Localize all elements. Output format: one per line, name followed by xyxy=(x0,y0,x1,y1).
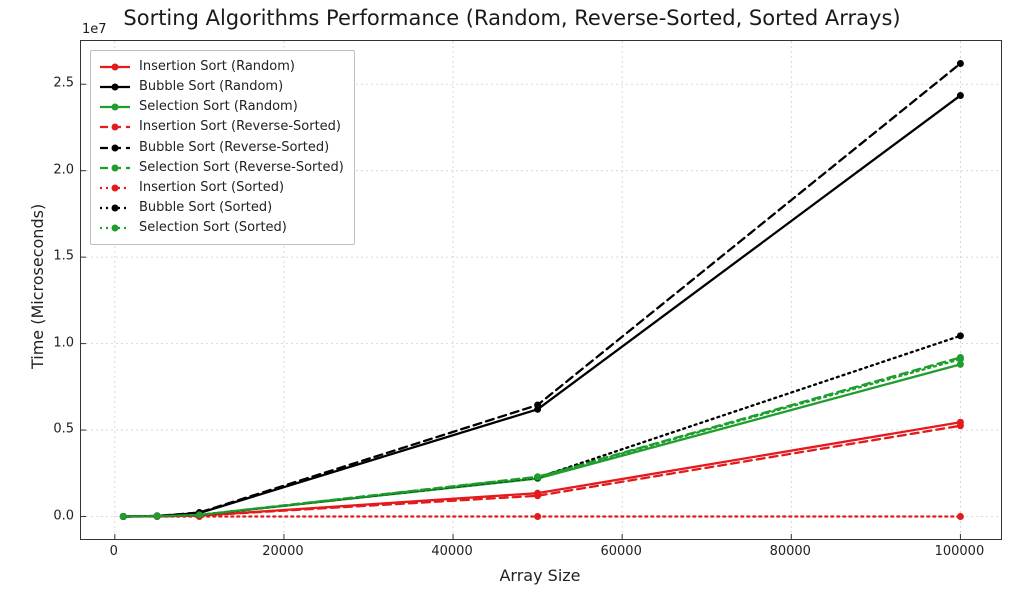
x-tick-label: 80000 xyxy=(770,544,811,559)
legend-item: Selection Sort (Sorted) xyxy=(99,218,344,238)
figure: Sorting Algorithms Performance (Random, … xyxy=(0,0,1024,592)
legend-swatch-icon xyxy=(99,80,131,94)
data-point xyxy=(957,332,964,339)
series-line xyxy=(123,364,960,516)
x-tick-label: 20000 xyxy=(262,544,303,559)
y-tick-label: 0.0 xyxy=(46,508,74,523)
legend-item: Insertion Sort (Reverse-Sorted) xyxy=(99,117,344,137)
data-point xyxy=(957,356,964,363)
x-axis-label: Array Size xyxy=(440,566,640,585)
data-point xyxy=(957,422,964,429)
legend-swatch-icon xyxy=(99,221,131,235)
data-point xyxy=(957,60,964,67)
legend-item: Selection Sort (Reverse-Sorted) xyxy=(99,158,344,178)
legend-swatch-icon xyxy=(99,60,131,74)
data-point xyxy=(534,474,541,481)
legend-item: Bubble Sort (Sorted) xyxy=(99,198,344,218)
x-tick-label: 40000 xyxy=(431,544,472,559)
series-line xyxy=(123,422,960,516)
data-point xyxy=(534,492,541,499)
legend-label: Bubble Sort (Reverse-Sorted) xyxy=(139,138,329,158)
legend-label: Bubble Sort (Sorted) xyxy=(139,198,272,218)
legend-swatch-icon xyxy=(99,141,131,155)
legend-label: Insertion Sort (Reverse-Sorted) xyxy=(139,117,341,137)
y-tick-label: 2.0 xyxy=(46,162,74,177)
legend-swatch-icon xyxy=(99,181,131,195)
legend-label: Insertion Sort (Sorted) xyxy=(139,178,284,198)
legend-item: Selection Sort (Random) xyxy=(99,97,344,117)
y-tick-label: 0.5 xyxy=(46,422,74,437)
y-tick-label: 1.0 xyxy=(46,335,74,350)
legend-item: Bubble Sort (Random) xyxy=(99,77,344,97)
legend-swatch-icon xyxy=(99,201,131,215)
x-tick-label: 60000 xyxy=(600,544,641,559)
data-point xyxy=(534,513,541,520)
data-point xyxy=(154,513,161,520)
legend-item: Insertion Sort (Sorted) xyxy=(99,178,344,198)
y-tick-label: 1.5 xyxy=(46,249,74,264)
legend-label: Selection Sort (Sorted) xyxy=(139,218,287,238)
y-tick-label: 2.5 xyxy=(46,76,74,91)
y-axis-exponent: 1e7 xyxy=(82,22,107,37)
legend-swatch-icon xyxy=(99,100,131,114)
legend-label: Selection Sort (Reverse-Sorted) xyxy=(139,158,344,178)
legend-label: Bubble Sort (Random) xyxy=(139,77,283,97)
legend-item: Bubble Sort (Reverse-Sorted) xyxy=(99,138,344,158)
chart-title: Sorting Algorithms Performance (Random, … xyxy=(0,6,1024,30)
x-tick-label: 0 xyxy=(110,544,118,559)
x-tick-label: 100000 xyxy=(935,544,985,559)
legend-swatch-icon xyxy=(99,161,131,175)
data-point xyxy=(196,511,203,518)
series-line xyxy=(123,426,960,517)
legend: Insertion Sort (Random)Bubble Sort (Rand… xyxy=(90,50,355,245)
legend-item: Insertion Sort (Random) xyxy=(99,57,344,77)
data-point xyxy=(957,513,964,520)
data-point xyxy=(534,401,541,408)
legend-label: Selection Sort (Random) xyxy=(139,97,298,117)
y-axis-label: Time (Microseconds) xyxy=(28,204,47,369)
legend-label: Insertion Sort (Random) xyxy=(139,57,295,77)
data-point xyxy=(120,513,127,520)
data-point xyxy=(957,92,964,99)
legend-swatch-icon xyxy=(99,120,131,134)
series-line xyxy=(123,336,960,517)
